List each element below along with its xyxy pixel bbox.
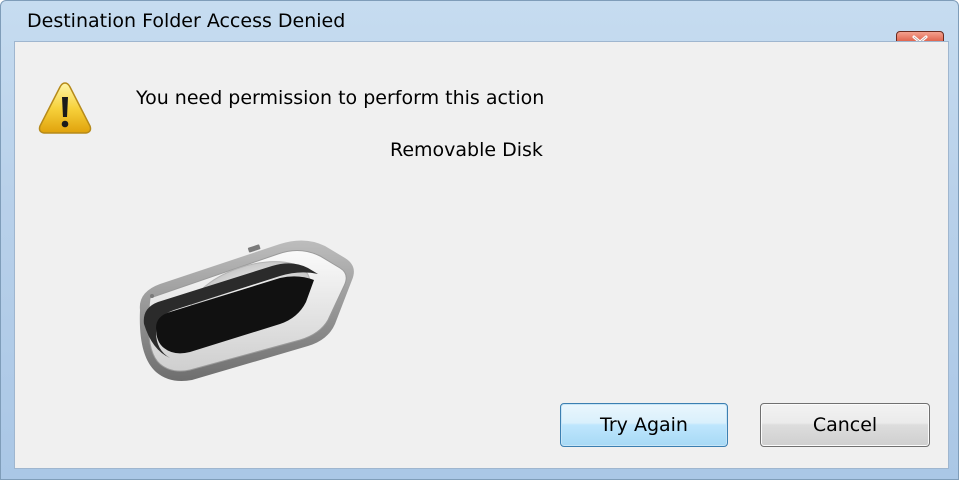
window-title: Destination Folder Access Denied: [27, 10, 346, 32]
title-bar[interactable]: Destination Folder Access Denied: [1, 1, 958, 37]
permission-message: You need permission to perform this acti…: [136, 87, 545, 109]
removable-disk-icon: [139, 240, 354, 381]
try-again-button[interactable]: Try Again: [560, 403, 728, 447]
dialog-window: Destination Folder Access Denied You nee…: [0, 0, 959, 480]
dialog-content: You need permission to perform this acti…: [14, 41, 949, 469]
item-name: Removable Disk: [390, 139, 543, 161]
warning-icon: [38, 82, 92, 134]
cancel-button[interactable]: Cancel: [760, 403, 930, 447]
